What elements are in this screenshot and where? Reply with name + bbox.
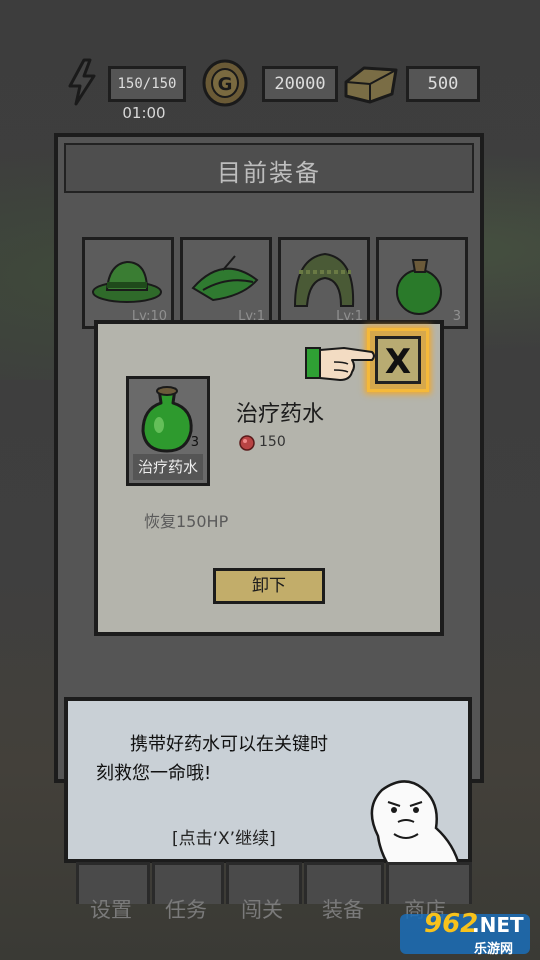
item-count: 3	[190, 435, 199, 450]
nav-label-tasks: 任务	[165, 898, 207, 922]
gold-coin-icon: G	[202, 59, 248, 107]
unequip-button[interactable]: 卸下	[213, 568, 325, 604]
item-name: 治疗药水	[236, 402, 325, 427]
item-card: 3 治疗药水	[126, 376, 210, 486]
lightning-icon	[68, 58, 96, 106]
pointing-hand-icon	[305, 347, 375, 381]
svg-text:G: G	[218, 74, 233, 95]
equip-slot-helmet[interactable]: Lv:1	[278, 237, 370, 329]
close-button[interactable]: X	[367, 328, 429, 392]
gem-counter: 500	[406, 66, 480, 102]
tutorial-line-2: 刻救您一命哦!	[96, 763, 212, 784]
equip-slot-feather-hat[interactable]: Lv:1	[180, 237, 272, 329]
nav-label-settings: 设置	[90, 898, 132, 922]
panel-title: 目前装备	[217, 159, 321, 187]
watermark-number: 962	[424, 909, 479, 939]
watermark-net: .NET	[472, 913, 524, 937]
tutorial-line-1: 携带好药水可以在关键时	[130, 734, 328, 755]
tutorial-text: 携带好药水可以在关键时 刻救您一命哦!	[96, 730, 366, 788]
nav-label-stages: 闯关	[241, 898, 283, 922]
watermark-text: 乐游网	[474, 942, 514, 957]
energy-timer: 01:00	[122, 104, 166, 122]
close-icon: X	[384, 342, 412, 382]
item-description: 恢复150HP	[144, 512, 229, 531]
gem-bar-icon	[344, 66, 398, 104]
panel-title-bar: 目前装备	[64, 143, 474, 193]
slot-count: 3	[452, 309, 461, 324]
equip-slot-potion[interactable]: 3	[376, 237, 468, 329]
gold-counter: 20000	[262, 66, 338, 102]
item-cost: 150	[259, 434, 286, 450]
item-card-label: 治疗药水	[133, 454, 203, 480]
red-gem-icon	[239, 435, 255, 451]
tutorial-hint: [点击‘X’继续]	[172, 829, 276, 849]
equip-slot-hat[interactable]: Lv:10	[82, 237, 174, 329]
energy-counter: 150/150	[108, 66, 186, 102]
close-button-frame: X	[375, 336, 421, 384]
meme-face-icon	[370, 780, 462, 870]
nav-label-equipment: 装备	[322, 898, 364, 922]
